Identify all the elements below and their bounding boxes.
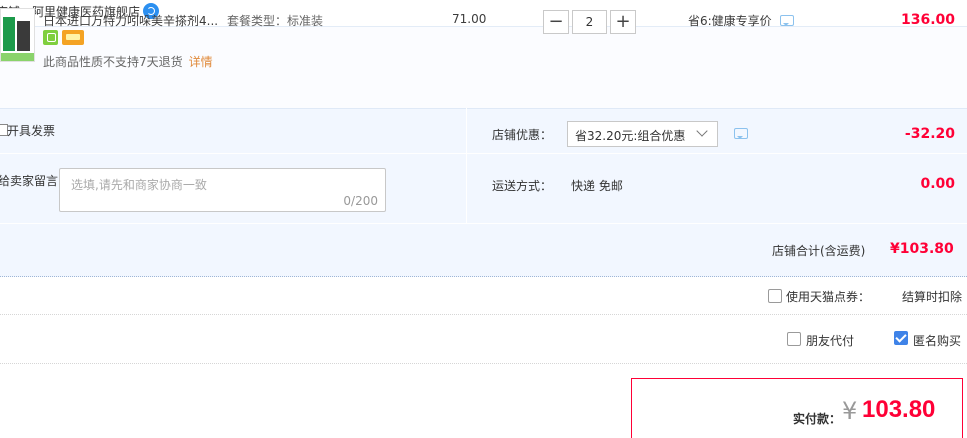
divider bbox=[467, 153, 967, 154]
store-coupon-label: 店铺优惠： bbox=[492, 128, 553, 142]
coupon-discount-amount: -32.20 bbox=[904, 126, 955, 142]
product-thumbnail[interactable] bbox=[0, 8, 35, 62]
anonymous-purchase-checkbox[interactable] bbox=[894, 331, 908, 345]
unit-price: 71.00 bbox=[452, 12, 487, 26]
detail-link[interactable]: 详情 bbox=[189, 55, 213, 69]
seller-message-placeholder: 选填,请先和商家协商一致 bbox=[71, 178, 207, 192]
return-policy-note: 此商品性质不支持7天退货 详情 bbox=[43, 53, 213, 70]
divider bbox=[0, 153, 466, 154]
product-title[interactable]: 日本进口万特力吲哚美辛搽剂4... bbox=[43, 12, 223, 29]
friend-pay-checkbox[interactable] bbox=[787, 332, 801, 346]
final-payment-amount: 103.80 bbox=[862, 396, 936, 423]
currency-symbol: ¥ bbox=[842, 397, 858, 425]
promotion-comment-icon[interactable] bbox=[780, 15, 794, 26]
service-badge-icon bbox=[43, 30, 58, 45]
seller-message-counter: 0/200 bbox=[343, 194, 378, 208]
card-badge-icon bbox=[62, 30, 84, 45]
shipping-method-label: 运送方式： bbox=[492, 179, 553, 193]
coupon-comment-icon[interactable] bbox=[734, 128, 748, 139]
final-payment-label: 实付款： bbox=[793, 412, 842, 426]
points-deduction-note: 结算时扣除 bbox=[902, 290, 963, 304]
store-coupon-value[interactable]: 省32.20元:组合优惠 bbox=[575, 127, 685, 144]
quantity-increase-button[interactable]: + bbox=[610, 10, 636, 34]
sku-info: 套餐类型：标准装 bbox=[227, 14, 324, 28]
anonymous-purchase-label[interactable]: 匿名购买 bbox=[913, 332, 961, 349]
shipping-fee: 0.00 bbox=[920, 176, 955, 192]
use-points-checkbox[interactable] bbox=[768, 289, 782, 303]
return-policy-text: 此商品性质不支持7天退货 bbox=[43, 55, 183, 69]
item-subtotal: 136.00 bbox=[900, 12, 955, 28]
quantity-input[interactable]: 2 bbox=[572, 10, 607, 34]
divider bbox=[466, 108, 467, 223]
invoice-label[interactable]: 开具发票 bbox=[7, 122, 55, 139]
store-total-label: 店铺合计(含运费) bbox=[772, 244, 866, 258]
store-total-value: ¥103.80 bbox=[890, 241, 954, 257]
promotion-label: 省6:健康专享价 bbox=[688, 14, 772, 28]
shipping-method-value: 快递 免邮 bbox=[571, 179, 623, 193]
friend-pay-label[interactable]: 朋友代付 bbox=[806, 332, 854, 349]
use-points-label[interactable]: 使用天猫点券： bbox=[786, 288, 870, 305]
quantity-decrease-button[interactable]: − bbox=[543, 10, 569, 34]
